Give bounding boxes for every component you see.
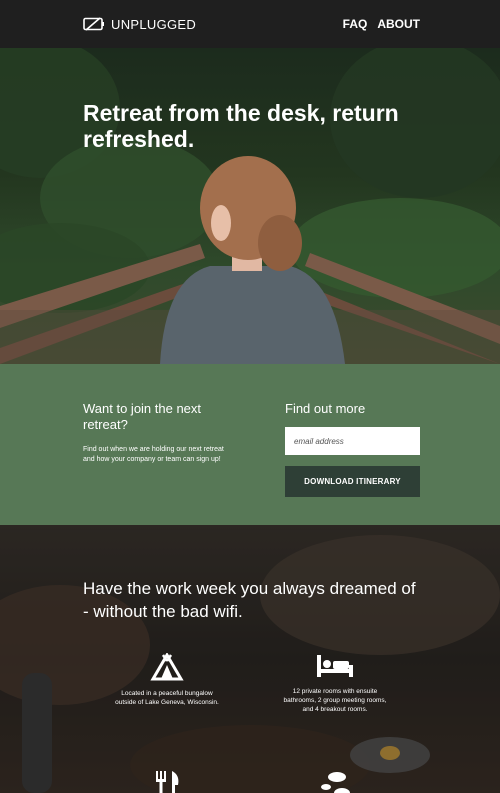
feature-rooms-text: 12 private rooms with ensuite bathrooms,… [283, 688, 387, 713]
join-info: Want to join the next retreat? Find out … [83, 401, 233, 465]
join-description: Find out when we are holding our next re… [83, 446, 224, 463]
feature-location-text: Located in a peaceful bungalow outside o… [115, 690, 219, 706]
nav-link-about[interactable]: ABOUT [377, 17, 420, 31]
find-out-more-heading: Find out more [285, 401, 366, 416]
unplugged-logo-icon [83, 17, 104, 31]
feature-food [112, 769, 222, 793]
hero-headline: Retreat from the desk, return refreshed. [83, 100, 399, 152]
feature-rooms: 12 private rooms with ensuite bathrooms,… [280, 653, 390, 714]
brand-logo-link[interactable]: UNPLUGGED [83, 17, 196, 32]
feature-location: Located in a peaceful bungalow outside o… [112, 653, 222, 707]
bed-icon [317, 655, 353, 677]
hero-background-photo [0, 48, 500, 364]
features-background-photo [0, 525, 500, 793]
main-nav: FAQ ABOUT [343, 17, 420, 31]
brand-name: UNPLUGGED [111, 16, 197, 32]
utensils-icon [156, 771, 179, 793]
features-section: Have the work week you always dreamed of… [0, 525, 500, 793]
nav-link-faq[interactable]: FAQ [343, 17, 368, 31]
features-heading: Have the work week you always dreamed of… [83, 579, 416, 621]
download-itinerary-button[interactable]: DOWNLOAD ITINERARY [285, 466, 420, 497]
join-heading: Want to join the next retreat? [83, 401, 202, 432]
hero-section: Retreat from the desk, return refreshed. [0, 48, 500, 364]
tent-icon [150, 653, 184, 681]
email-field[interactable] [285, 427, 420, 455]
site-header: UNPLUGGED FAQ ABOUT [0, 0, 500, 48]
feature-activities [280, 769, 390, 793]
signup-section: Want to join the next retreat? Find out … [0, 364, 500, 525]
find-out-more-form: Find out more DOWNLOAD ITINERARY [285, 401, 420, 497]
footprints-icon [321, 772, 350, 793]
